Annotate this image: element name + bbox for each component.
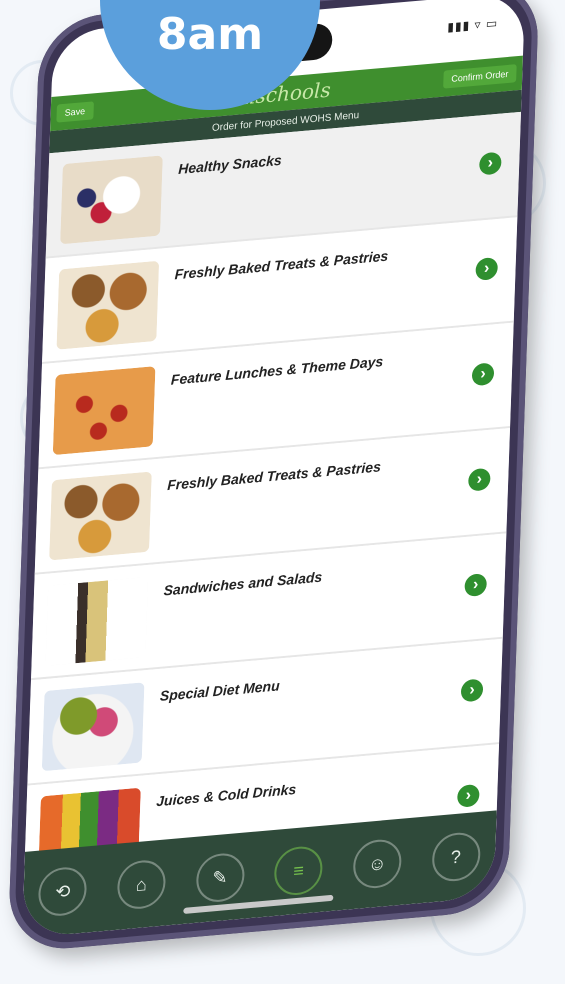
menu-list: Healthy Snacks › Freshly Baked Treats & … [23,111,522,891]
chevron-right-icon[interactable]: › [475,256,499,281]
baked-treats-image [56,260,160,350]
notifications-icon[interactable]: ✎ [195,851,245,904]
menu-item-label: Freshly Baked Treats & Pastries [174,247,389,283]
menu-item-label: Juices & Cold Drinks [156,780,297,810]
confirm-order-button[interactable]: Confirm Order [443,64,517,89]
sandwiches-image [45,576,149,666]
status-icons: ▮▮▮ ▿ ▭ [447,15,499,35]
chevron-right-icon[interactable]: › [464,573,488,598]
chevron-right-icon[interactable]: › [456,783,480,808]
chevron-right-icon[interactable]: › [460,678,484,703]
menu-item-label: Feature Lunches & Theme Days [170,353,384,388]
phone-frame: ▮▮▮ ▿ ▭ Save Flexischools Confirm Order … [7,0,540,954]
menu-icon[interactable]: ≡ [273,844,324,898]
menu-item-label: Sandwiches and Salads [163,568,323,599]
time-badge-text: 8am [156,9,264,60]
menu-item-label: Special Diet Menu [159,677,280,704]
save-button[interactable]: Save [56,101,94,123]
chevron-right-icon[interactable]: › [471,362,495,387]
baked-treats-image [49,470,152,561]
menu-item-label: Freshly Baked Treats & Pastries [167,458,382,494]
chevron-right-icon[interactable]: › [478,151,502,176]
pizza-image [52,365,156,455]
phone-screen: ▮▮▮ ▿ ▭ Save Flexischools Confirm Order … [22,0,526,939]
back-icon[interactable]: ⟲ [38,865,88,918]
phone-mockup: ▮▮▮ ▿ ▭ Save Flexischools Confirm Order … [6,0,559,984]
chevron-right-icon[interactable]: › [467,467,491,492]
help-icon[interactable]: ? [431,830,481,884]
home-icon[interactable]: ⌂ [116,858,167,911]
healthy-snacks-image [60,154,163,244]
special-diet-image [41,681,145,771]
profile-icon[interactable]: ☺ [352,837,403,891]
menu-item-label: Healthy Snacks [178,151,283,177]
